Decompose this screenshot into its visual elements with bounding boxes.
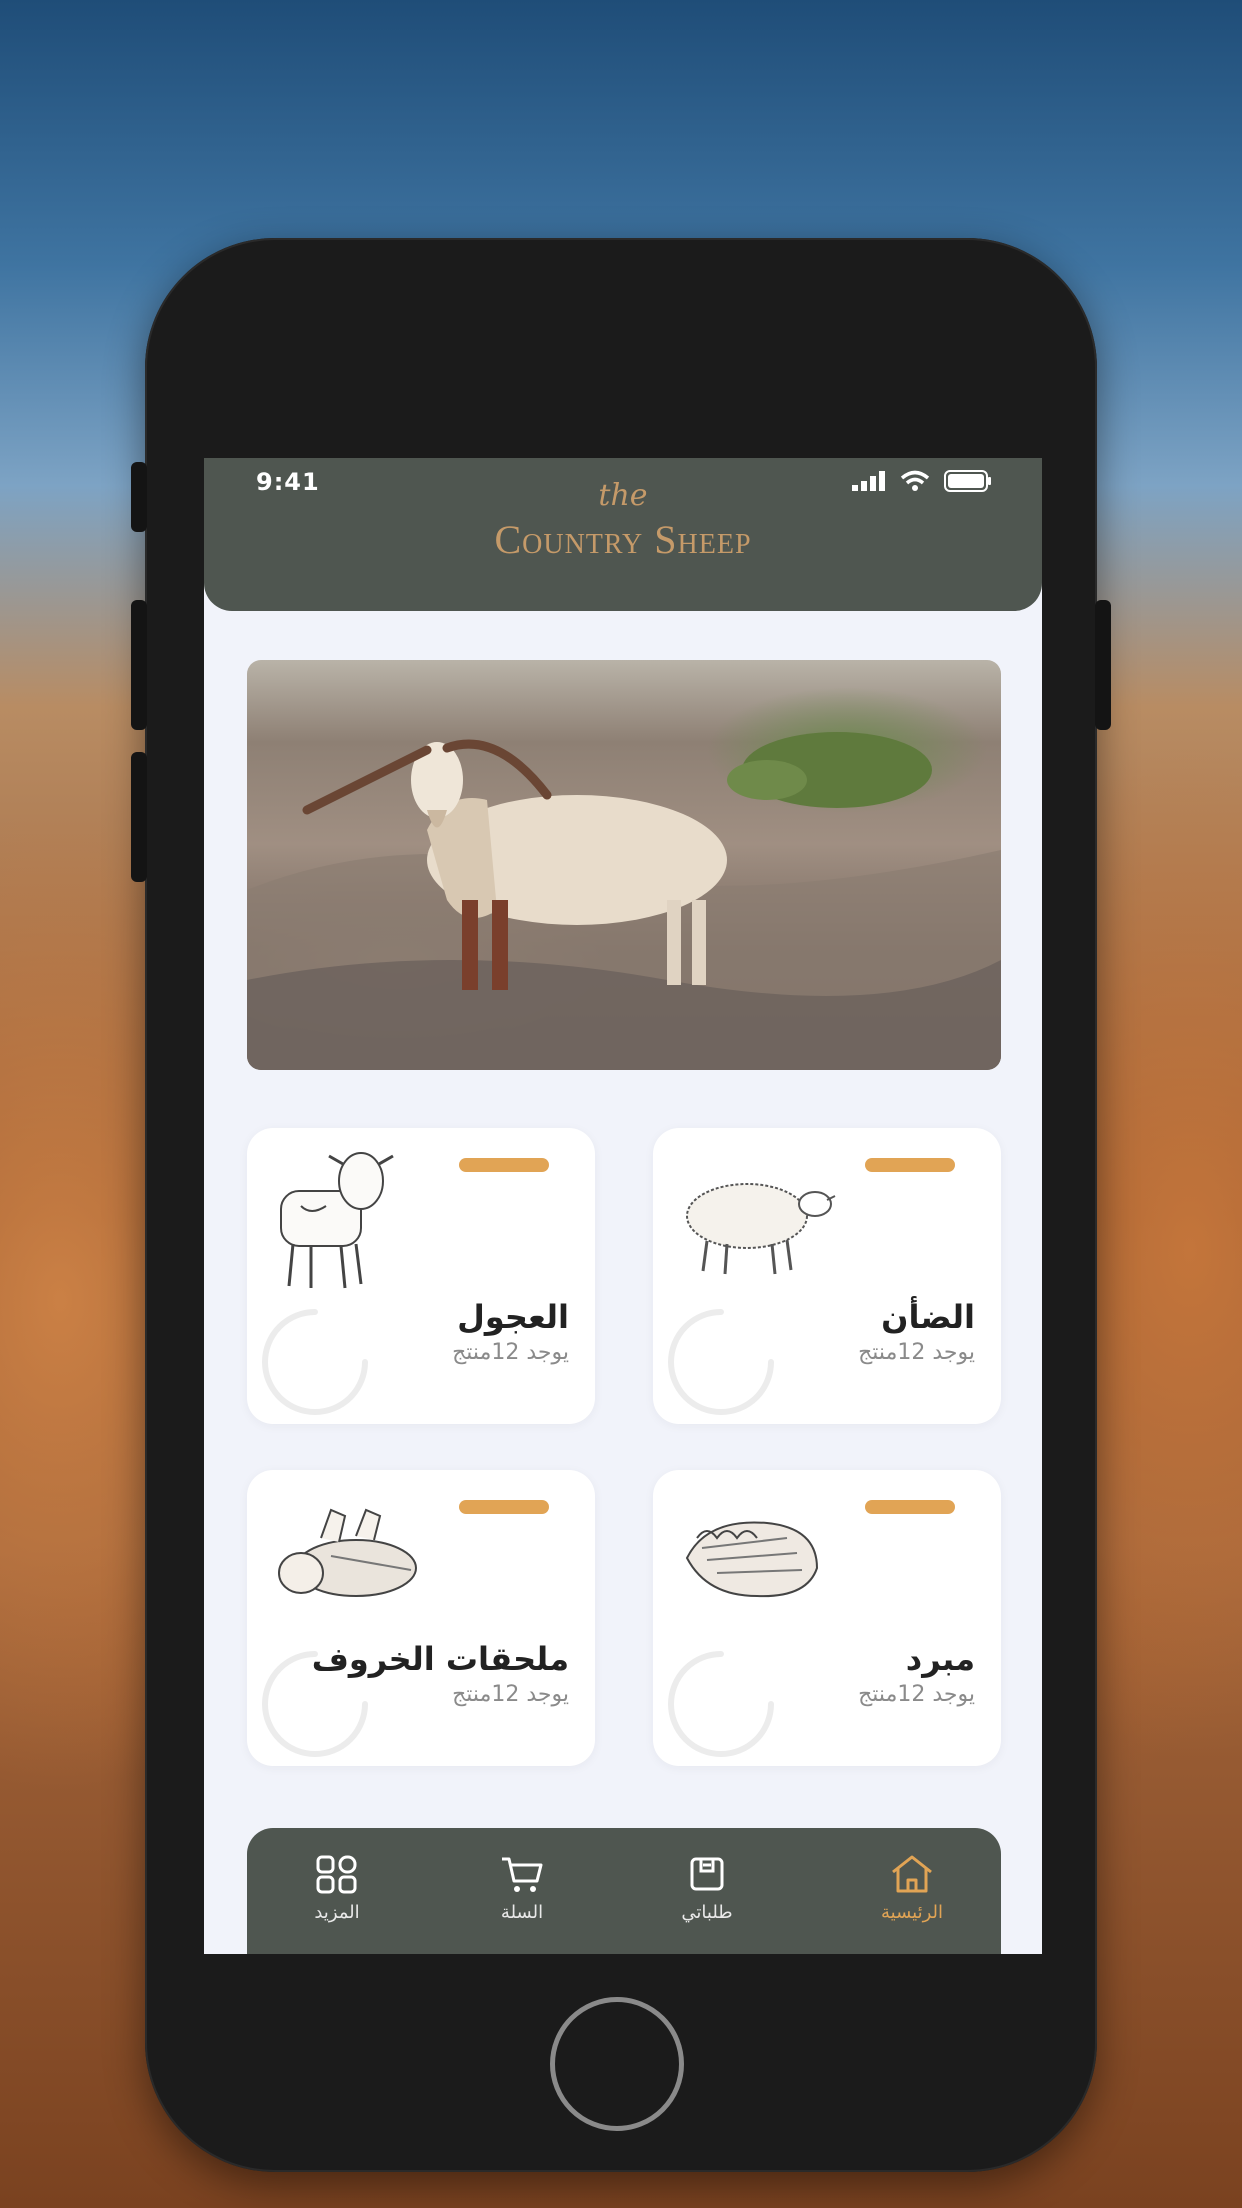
app-header: 9:41 the Country Sheep bbox=[204, 458, 1042, 611]
loading-ring-icon bbox=[668, 1309, 774, 1415]
nav-more-label: المزيد bbox=[314, 1902, 360, 1923]
cart-icon bbox=[502, 1857, 543, 1892]
category-count: يوجد 12منتج bbox=[858, 1682, 975, 1707]
nav-more[interactable]: المزيد bbox=[272, 1854, 402, 1923]
card-accent-bar bbox=[865, 1500, 955, 1514]
app-screen: 9:41 the Country Sheep الضأن يوجد 12منتج… bbox=[204, 458, 1042, 1954]
bottom-nav: الرئيسية طلباتي السلة المزيد bbox=[247, 1828, 1001, 1954]
brand-logo-text: Country Sheep bbox=[204, 516, 1042, 563]
orders-box-icon bbox=[690, 1857, 724, 1891]
nav-orders[interactable]: طلباتي bbox=[642, 1854, 772, 1923]
category-card-calves[interactable]: العجول يوجد 12منتج bbox=[247, 1128, 595, 1424]
grid-more-icon bbox=[316, 1855, 357, 1894]
loading-ring-icon bbox=[262, 1651, 368, 1757]
category-title: مبرد bbox=[905, 1640, 975, 1678]
category-card-sheep-accessories[interactable]: ملحقات الخروف يوجد 12منتج bbox=[247, 1470, 595, 1766]
category-card-sheep[interactable]: الضأن يوجد 12منتج bbox=[653, 1128, 1001, 1424]
home-icon bbox=[892, 1855, 932, 1893]
category-count: يوجد 12منتج bbox=[452, 1682, 569, 1707]
loading-ring-icon bbox=[668, 1651, 774, 1757]
mute-switch bbox=[131, 462, 147, 532]
category-card-chilled[interactable]: مبرد يوجد 12منتج bbox=[653, 1470, 1001, 1766]
nav-cart-label: السلة bbox=[500, 1902, 544, 1923]
nav-cart[interactable]: السلة bbox=[457, 1854, 587, 1923]
phone-home-button[interactable] bbox=[550, 1997, 684, 2131]
chilled-meat-illustration bbox=[685, 1521, 819, 1598]
category-title: العجول bbox=[457, 1298, 569, 1336]
hero-banner-image[interactable] bbox=[247, 660, 1001, 1070]
volume-down-button bbox=[131, 752, 147, 882]
loading-ring-icon bbox=[262, 1309, 368, 1415]
card-accent-bar bbox=[459, 1158, 549, 1172]
category-count: يوجد 12منتج bbox=[452, 1340, 569, 1365]
volume-up-button bbox=[131, 600, 147, 730]
category-count: يوجد 12منتج bbox=[858, 1340, 975, 1365]
nav-orders-label: طلباتي bbox=[681, 1902, 733, 1923]
nav-home[interactable]: الرئيسية bbox=[847, 1854, 977, 1923]
brand-name: Country Sheep bbox=[494, 517, 752, 562]
calf-illustration bbox=[280, 1152, 394, 1289]
meat-cuts-illustration bbox=[278, 1508, 417, 1597]
goat-photo bbox=[247, 732, 1001, 1070]
brand-small-text: the bbox=[598, 478, 648, 513]
nav-home-label: الرئيسية bbox=[881, 1902, 943, 1923]
sheep-illustration bbox=[686, 1183, 836, 1275]
power-button bbox=[1095, 600, 1111, 730]
card-accent-bar bbox=[459, 1500, 549, 1514]
card-accent-bar bbox=[865, 1158, 955, 1172]
category-title: الضأن bbox=[881, 1298, 975, 1336]
